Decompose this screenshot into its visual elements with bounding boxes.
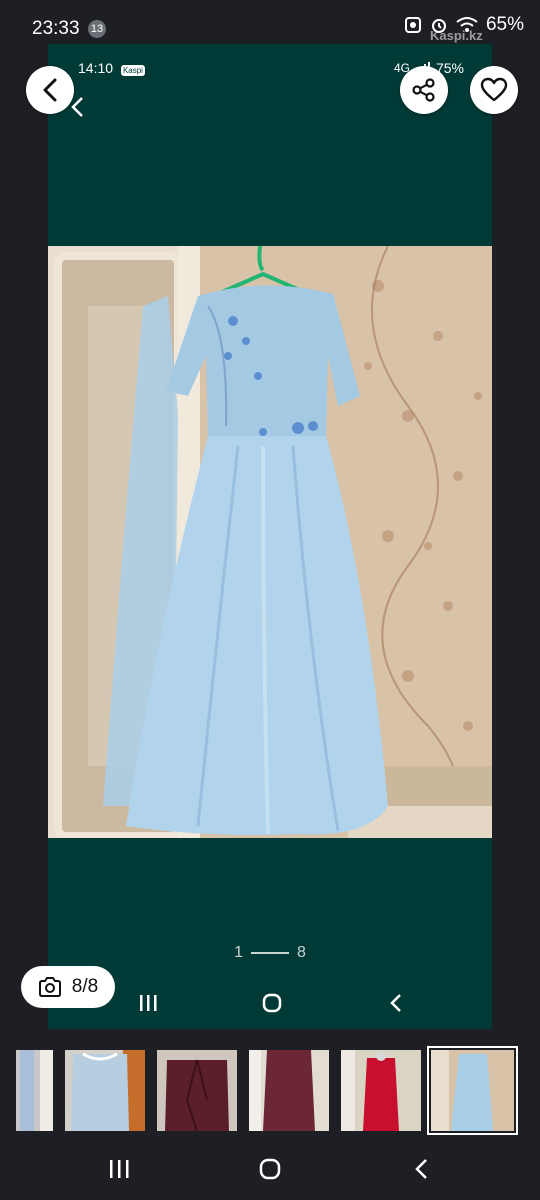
- thumb-6-blue-dress-hanger[interactable]: [427, 1046, 518, 1135]
- photo-viewer[interactable]: 14:10 Kaspi 4G 75% 1 8: [48, 44, 492, 1029]
- notification-count-badge: 13: [88, 20, 106, 38]
- battery-percent: 65%: [485, 14, 524, 35]
- pager-total: 8: [297, 944, 306, 961]
- photo-notification-icon: [404, 17, 421, 33]
- thumb-1-partial[interactable]: [16, 1050, 53, 1131]
- camera-icon: [38, 977, 61, 997]
- inner-status-tag: Kaspi: [120, 65, 145, 76]
- photo-counter-label: 8/8: [71, 976, 99, 997]
- heart-outline-icon: [480, 77, 508, 102]
- photo-counter: 8/8: [21, 966, 115, 1008]
- photo-pager: 18: [48, 944, 492, 962]
- watermark: Kaspi.kz: [430, 28, 483, 43]
- home-icon[interactable]: [259, 1158, 281, 1180]
- share-button[interactable]: [400, 66, 448, 114]
- inner-home-icon: [262, 993, 282, 1013]
- back-nav-icon[interactable]: [414, 1158, 428, 1180]
- system-nav-bar: [0, 1140, 540, 1200]
- inner-status-time: 14:10 Kaspi: [78, 60, 145, 76]
- thumb-4-burgundy-coat[interactable]: [249, 1050, 329, 1131]
- pager-current: 1: [234, 944, 243, 961]
- thumb-5-red-dress[interactable]: [341, 1050, 421, 1131]
- thumb-3-burgundy-jacket[interactable]: [157, 1050, 237, 1131]
- recents-icon[interactable]: [108, 1158, 130, 1180]
- favorite-button[interactable]: [470, 66, 518, 114]
- pager-line: [251, 951, 289, 954]
- inner-back-nav-icon: [390, 994, 401, 1012]
- inner-recents-icon: [140, 995, 157, 1011]
- share-icon: [412, 78, 435, 102]
- thumb-2-blue-dress[interactable]: [65, 1050, 145, 1131]
- back-button[interactable]: [26, 66, 74, 114]
- chevron-left-icon: [43, 78, 57, 102]
- dress-photo[interactable]: [48, 246, 492, 838]
- status-time: 23:33: [32, 18, 80, 39]
- thumbnail-strip[interactable]: [0, 1040, 540, 1140]
